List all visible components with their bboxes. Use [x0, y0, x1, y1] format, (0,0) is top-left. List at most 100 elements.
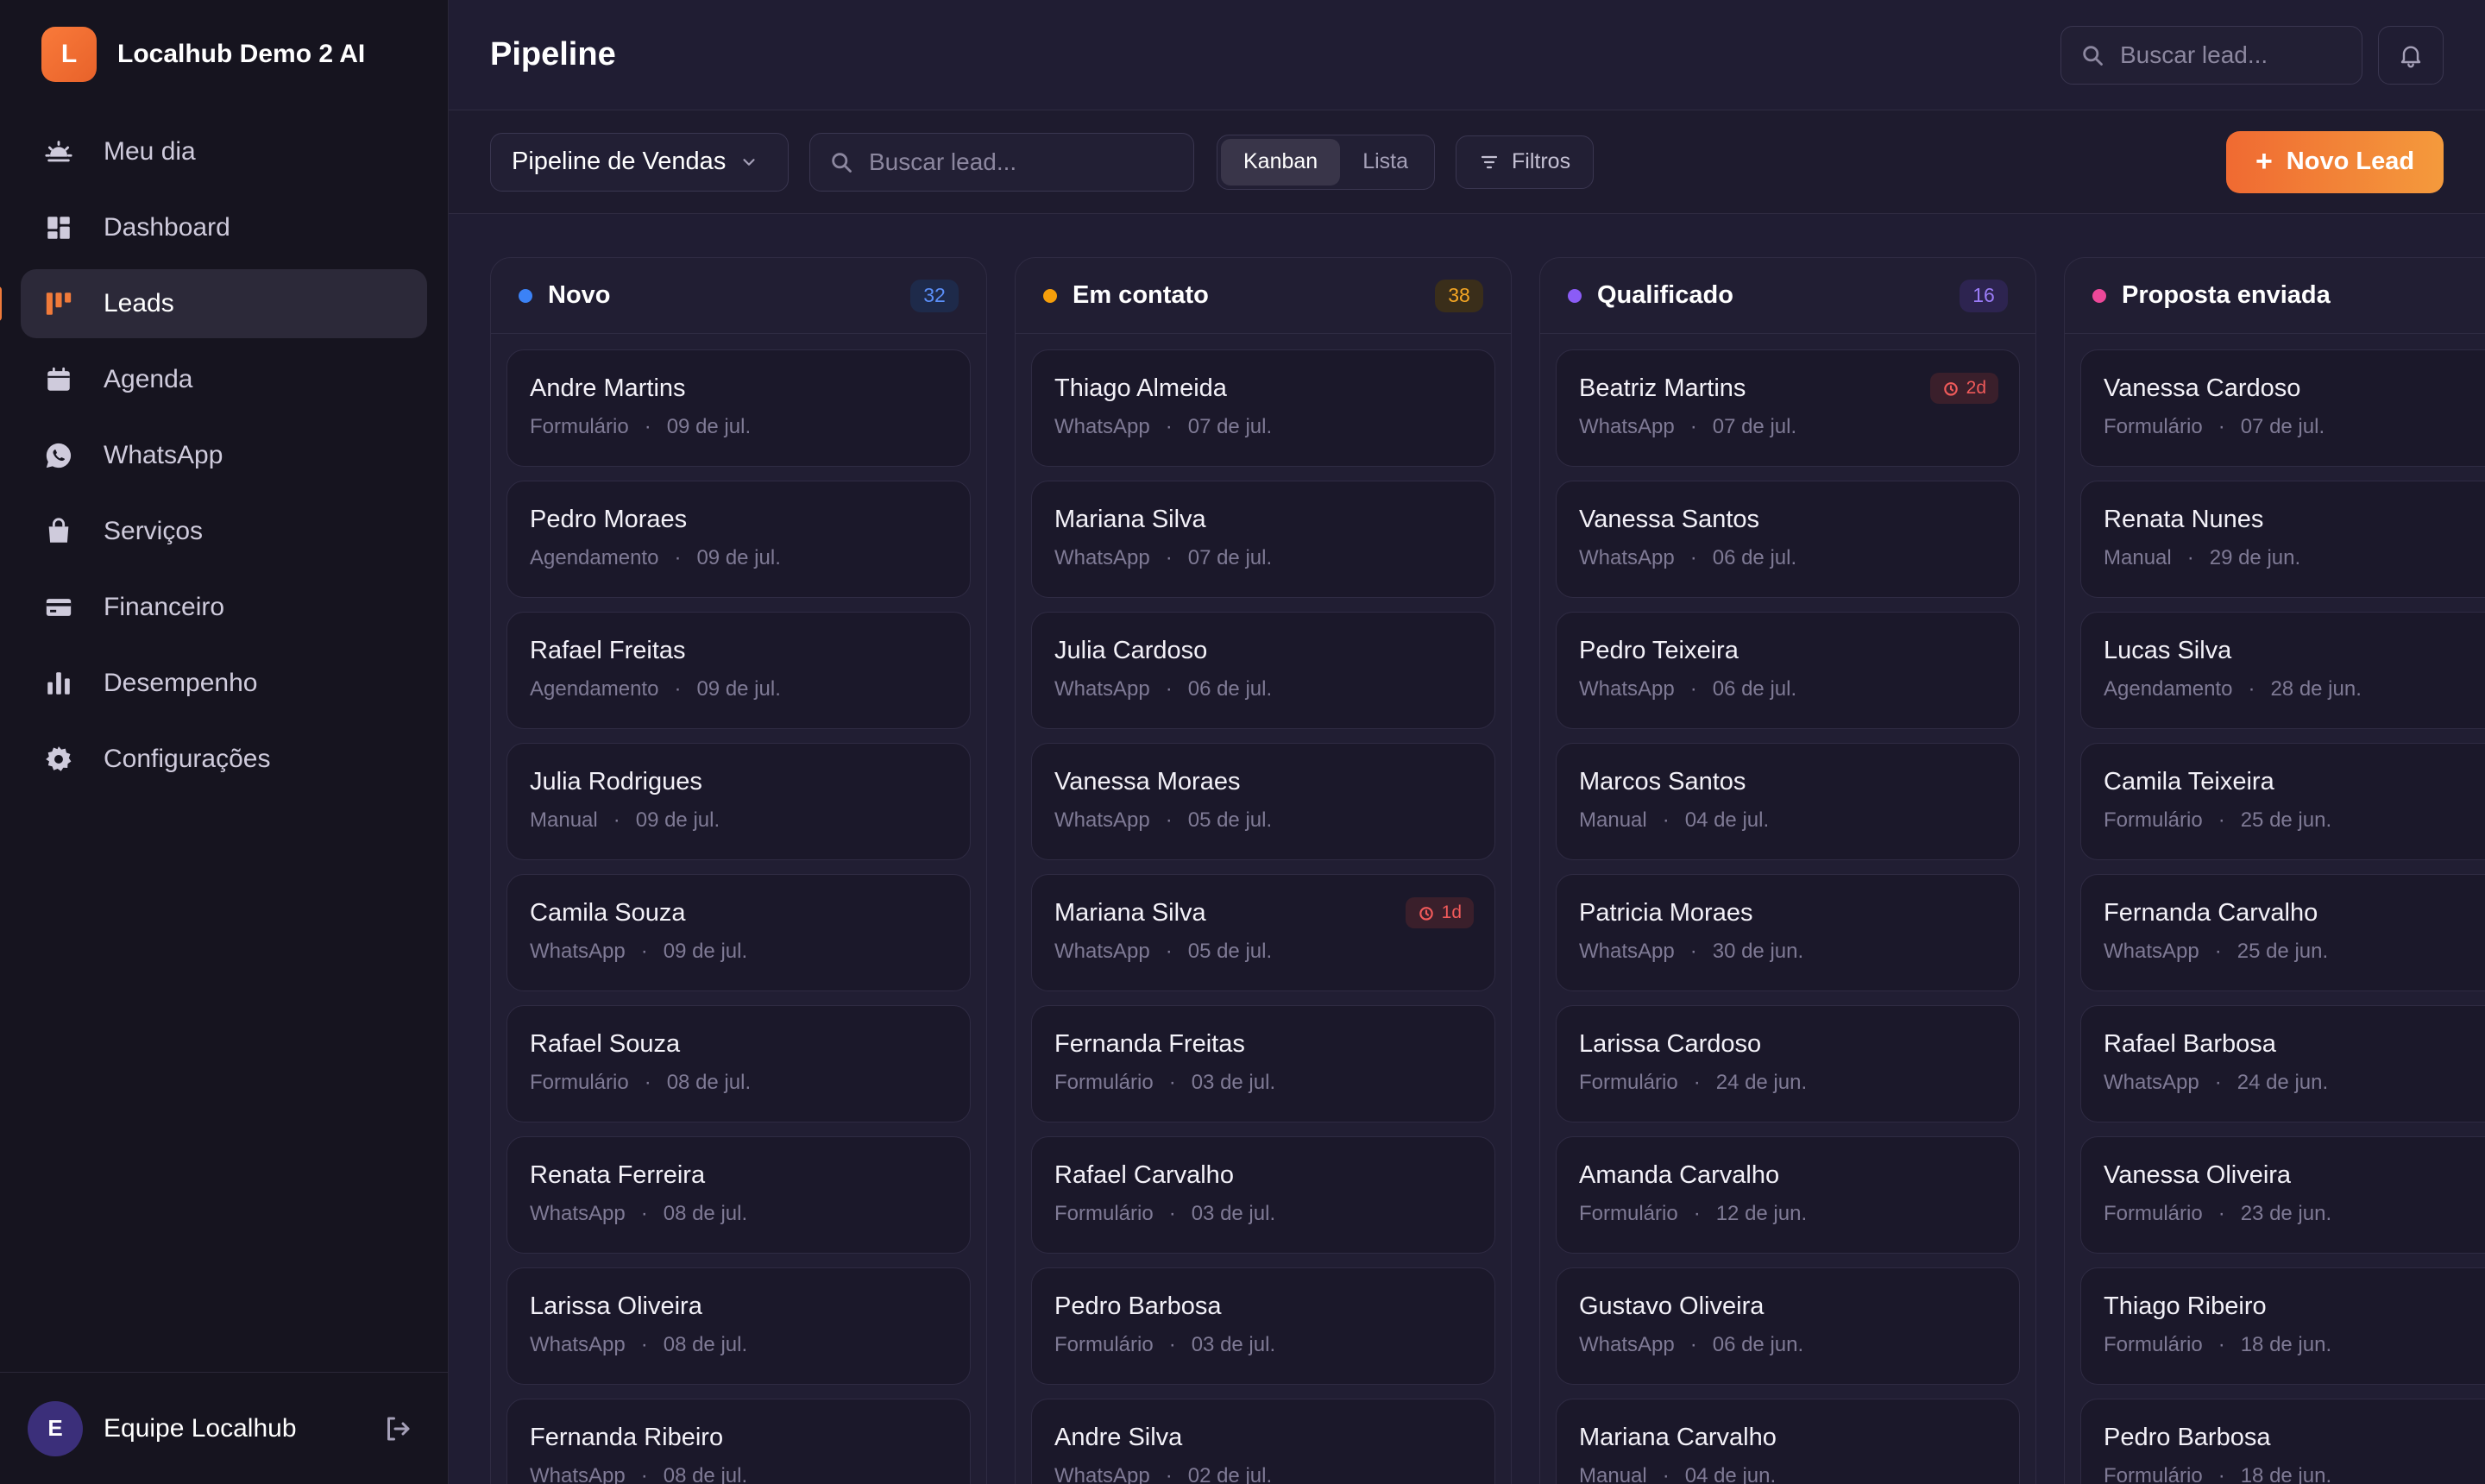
lead-source: Agendamento: [2104, 677, 2233, 701]
lead-card[interactable]: Pedro Moraes Agendamento · 09 de jul.: [506, 481, 971, 598]
lead-card[interactable]: Rafael Barbosa WhatsApp · 24 de jun.: [2080, 1005, 2485, 1122]
lead-name: Marcos Santos: [1579, 768, 1746, 795]
lead-card[interactable]: Julia Cardoso WhatsApp · 06 de jul.: [1031, 612, 1495, 729]
lead-source: Formulário: [530, 1071, 629, 1094]
filters-button[interactable]: Filtros: [1456, 135, 1595, 189]
lead-card[interactable]: Renata Ferreira WhatsApp · 08 de jul.: [506, 1136, 971, 1254]
lead-card[interactable]: Beatriz Martins WhatsApp · 07 de jul. 2d: [1556, 349, 2020, 467]
sidebar-item-configuracoes[interactable]: Configurações: [21, 725, 427, 794]
lead-card[interactable]: Fernanda Carvalho WhatsApp · 25 de jun.: [2080, 874, 2485, 991]
lead-card[interactable]: Larissa Cardoso Formulário · 24 de jun.: [1556, 1005, 2020, 1122]
sidebar-item-label: Desempenho: [104, 669, 258, 697]
lead-card[interactable]: Vanessa Cardoso Formulário · 07 de jul.: [2080, 349, 2485, 467]
brand-logo: L: [41, 27, 97, 82]
sidebar-item-dashboard[interactable]: Dashboard: [21, 193, 427, 262]
sidebar-item-servicos[interactable]: Serviços: [21, 497, 427, 566]
lead-date: 25 de jun.: [2236, 940, 2329, 963]
lead-date: 07 de jul.: [2240, 415, 2325, 438]
meta-separator: ·: [1689, 1333, 1697, 1356]
view-list-button[interactable]: Lista: [1340, 139, 1431, 186]
sidebar-item-desempenho[interactable]: Desempenho: [21, 649, 427, 718]
meta-separator: ·: [1662, 808, 1670, 832]
brand[interactable]: L Localhub Demo 2 AI: [0, 0, 448, 109]
team-name: Equipe Localhub: [104, 1413, 297, 1443]
lead-card[interactable]: Amanda Carvalho Formulário · 12 de jun.: [1556, 1136, 2020, 1254]
plus-icon: +: [2255, 145, 2273, 178]
lead-meta: Manual · 29 de jun.: [2104, 546, 2485, 570]
lead-card[interactable]: Camila Souza WhatsApp · 09 de jul.: [506, 874, 971, 991]
lead-source: WhatsApp: [1579, 677, 1675, 701]
pipeline-select[interactable]: Pipeline de Vendas: [490, 132, 789, 192]
sidebar-item-label: Agenda: [104, 365, 193, 393]
lead-card[interactable]: Pedro Barbosa Formulário · 03 de jul.: [1031, 1267, 1495, 1385]
lead-card[interactable]: Camila Teixeira Formulário · 25 de jun.: [2080, 743, 2485, 860]
lead-card[interactable]: Andre Silva WhatsApp · 02 de jul.: [1031, 1399, 1495, 1484]
lead-name: Pedro Barbosa: [1054, 1292, 1222, 1320]
lead-card[interactable]: Vanessa Moraes WhatsApp · 05 de jul.: [1031, 743, 1495, 860]
lead-card[interactable]: Vanessa Santos WhatsApp · 06 de jul.: [1556, 481, 2020, 598]
lead-card[interactable]: Pedro Barbosa Formulário · 18 de jun.: [2080, 1399, 2485, 1484]
chevron-down-icon: [743, 158, 755, 166]
lead-meta: Formulário · 18 de jun.: [2104, 1464, 2485, 1484]
lead-name: Fernanda Ribeiro: [530, 1424, 724, 1451]
sidebar-item-meu-dia[interactable]: Meu dia: [21, 117, 427, 186]
meta-separator: ·: [1168, 1333, 1176, 1356]
lead-card[interactable]: Fernanda Freitas Formulário · 03 de jul.: [1031, 1005, 1495, 1122]
lead-search-placeholder: Buscar lead...: [869, 148, 1017, 175]
lead-card[interactable]: Patricia Moraes WhatsApp · 30 de jun.: [1556, 874, 2020, 991]
notifications-button[interactable]: [2378, 25, 2444, 85]
sidebar-item-leads[interactable]: Leads: [0, 269, 427, 338]
meta-separator: ·: [1689, 546, 1697, 569]
lead-meta: Manual · 04 de jun.: [1579, 1464, 1997, 1484]
lead-name: Thiago Almeida: [1054, 374, 1227, 402]
lead-card[interactable]: Andre Martins Formulário · 09 de jul.: [506, 349, 971, 467]
lead-card[interactable]: Rafael Carvalho Formulário · 03 de jul.: [1031, 1136, 1495, 1254]
lead-card[interactable]: Mariana Silva WhatsApp · 05 de jul. 1d: [1031, 874, 1495, 991]
sidebar-item-whatsapp[interactable]: WhatsApp: [21, 421, 427, 490]
lead-date: 18 de jun.: [2240, 1333, 2332, 1356]
lead-card[interactable]: Rafael Souza Formulário · 08 de jul.: [506, 1005, 971, 1122]
lead-card[interactable]: Mariana Carvalho Manual · 04 de jun.: [1556, 1399, 2020, 1484]
column-count-badge: 38: [1435, 279, 1483, 312]
lead-search-input[interactable]: Buscar lead...: [809, 132, 1194, 192]
lead-card[interactable]: Renata Nunes Manual · 29 de jun.: [2080, 481, 2485, 598]
lead-card[interactable]: Larissa Oliveira WhatsApp · 08 de jul.: [506, 1267, 971, 1385]
lead-card[interactable]: Julia Rodrigues Manual · 09 de jul.: [506, 743, 971, 860]
lead-card[interactable]: Marcos Santos Manual · 04 de jul.: [1556, 743, 2020, 860]
lead-card[interactable]: Thiago Ribeiro Formulário · 18 de jun.: [2080, 1267, 2485, 1385]
lead-card[interactable]: Gustavo Oliveira WhatsApp · 06 de jun.: [1556, 1267, 2020, 1385]
lead-name: Mariana Carvalho: [1579, 1424, 1777, 1451]
lead-source: Agendamento: [530, 677, 659, 701]
lead-source: Formulário: [530, 415, 629, 438]
lead-source: WhatsApp: [1054, 1464, 1150, 1484]
lead-card[interactable]: Rafael Freitas Agendamento · 09 de jul.: [506, 612, 971, 729]
sun-icon: [41, 135, 76, 169]
header-search-input[interactable]: Buscar lead...: [2060, 25, 2362, 85]
lead-card[interactable]: Mariana Silva WhatsApp · 07 de jul.: [1031, 481, 1495, 598]
logout-icon[interactable]: [382, 1413, 413, 1444]
lead-card[interactable]: Pedro Teixeira WhatsApp · 06 de jul.: [1556, 612, 2020, 729]
lead-name: Renata Nunes: [2104, 506, 2264, 533]
sidebar-item-financeiro[interactable]: Financeiro: [21, 573, 427, 642]
lead-card[interactable]: Thiago Almeida WhatsApp · 07 de jul.: [1031, 349, 1495, 467]
view-kanban-button[interactable]: Kanban: [1221, 138, 1341, 186]
lead-name: Pedro Moraes: [530, 506, 688, 533]
overdue-badge: 1d: [1405, 897, 1474, 928]
meta-separator: ·: [1662, 1464, 1670, 1484]
lead-date: 07 de jul.: [1712, 415, 1797, 438]
search-icon: [2083, 45, 2103, 66]
meta-separator: ·: [1689, 940, 1697, 963]
lead-date: 04 de jul.: [1684, 808, 1770, 832]
lead-name: Vanessa Santos: [1579, 506, 1760, 533]
lead-card[interactable]: Vanessa Oliveira Formulário · 23 de jun.: [2080, 1136, 2485, 1254]
lead-card[interactable]: Lucas Silva Agendamento · 28 de jun.: [2080, 612, 2485, 729]
lead-name: Rafael Freitas: [530, 637, 686, 664]
sidebar-item-agenda[interactable]: Agenda: [21, 345, 427, 414]
avatar[interactable]: E: [28, 1400, 83, 1456]
lead-source: Manual: [2104, 546, 2172, 569]
new-lead-button[interactable]: + Novo Lead: [2226, 130, 2444, 193]
lead-meta: WhatsApp · 09 de jul.: [530, 940, 947, 964]
meta-separator: ·: [2248, 677, 2255, 701]
sidebar-item-label: WhatsApp: [104, 441, 223, 469]
lead-card[interactable]: Fernanda Ribeiro WhatsApp · 08 de jul.: [506, 1399, 971, 1484]
